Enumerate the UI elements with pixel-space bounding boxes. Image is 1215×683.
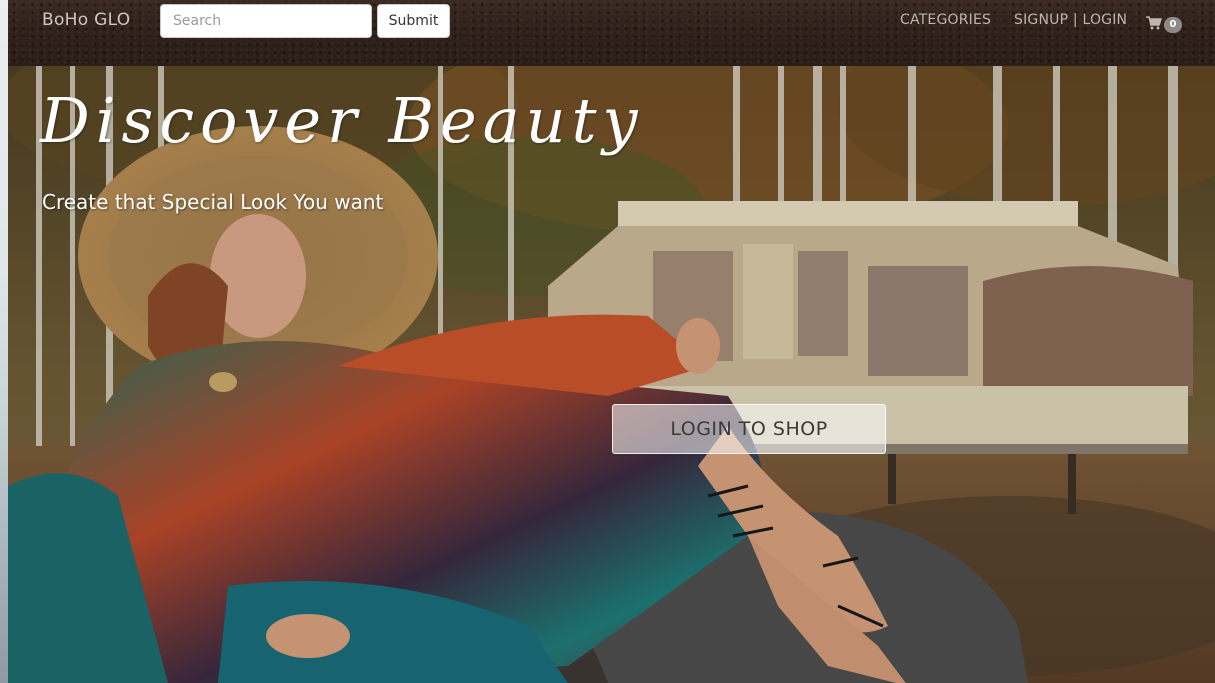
hero-background-photo [8, 66, 1215, 683]
hero-banner: Discover Beauty Create that Special Look… [8, 66, 1215, 683]
background-window-edge [0, 0, 8, 683]
submit-button[interactable]: Submit [377, 4, 450, 38]
nav-link-categories[interactable]: CATEGORIES [900, 12, 991, 28]
cart-button[interactable]: 0 [1146, 12, 1182, 34]
nav-link-signup-login[interactable]: SIGNUP | LOGIN [1014, 12, 1127, 28]
shopping-cart-icon [1146, 16, 1162, 30]
search-input[interactable] [160, 4, 372, 38]
cart-count-badge: 0 [1164, 17, 1182, 33]
navbar: BoHo GLO Submit CATEGORIES SIGNUP | LOGI… [8, 0, 1215, 66]
brand-logo[interactable]: BoHo GLO [42, 10, 130, 30]
login-to-shop-button[interactable]: LOGIN TO SHOP [612, 404, 886, 454]
hero-title: Discover Beauty [40, 84, 644, 157]
hero-subtitle: Create that Special Look You want [42, 190, 384, 214]
page: BoHo GLO Submit CATEGORIES SIGNUP | LOGI… [0, 0, 1215, 683]
